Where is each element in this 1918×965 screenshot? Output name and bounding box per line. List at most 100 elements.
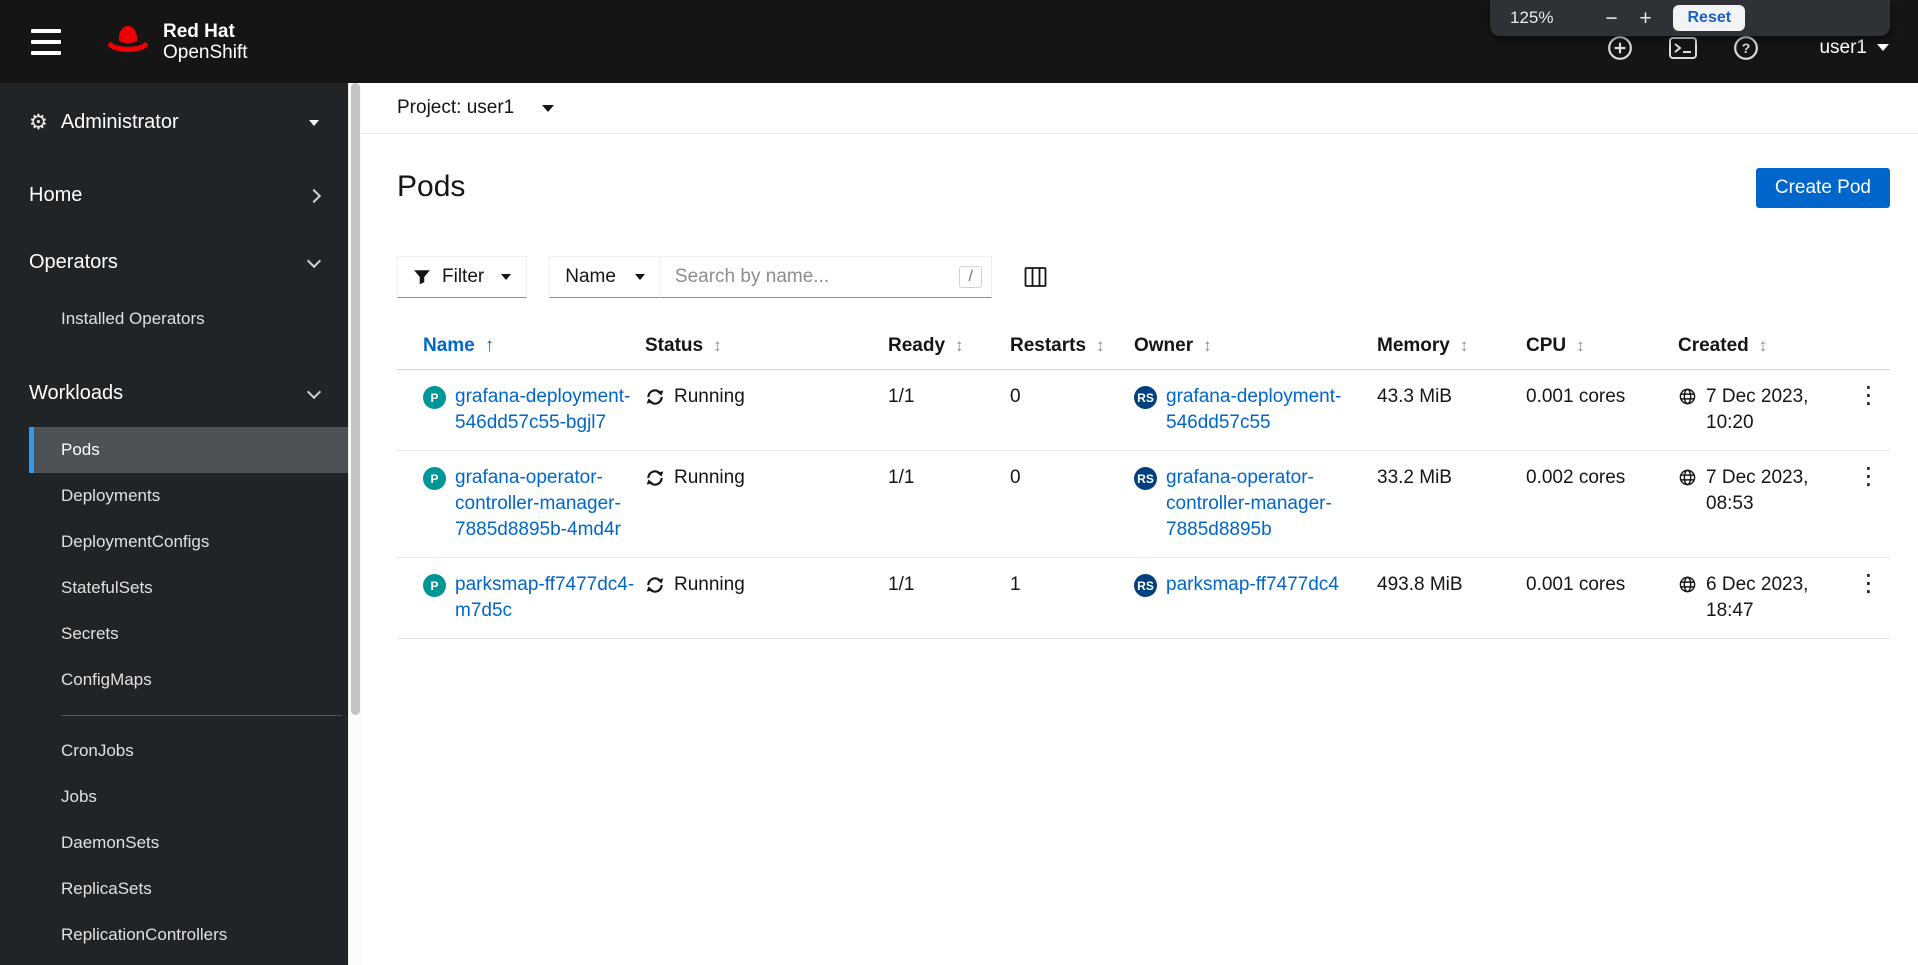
ready-cell: 1/1 xyxy=(888,467,915,488)
column-header-cpu[interactable]: CPU ↕ xyxy=(1526,322,1678,369)
gear-icon: ⚙ xyxy=(29,111,48,134)
help-button[interactable]: ? xyxy=(1733,35,1759,61)
sidebar-item-pods[interactable]: Pods xyxy=(29,427,348,473)
browser-zoom-popup: 125% − + Reset xyxy=(1490,0,1890,36)
project-value: user1 xyxy=(466,97,515,118)
search-field: / xyxy=(660,256,992,298)
pod-link[interactable]: grafana-operator-controller-manager-7885… xyxy=(455,465,635,543)
memory-cell: 33.2 MiB xyxy=(1377,467,1452,488)
sidebar-scrollbar[interactable] xyxy=(348,83,361,965)
column-label: Memory xyxy=(1377,335,1450,356)
sidebar-item-statefulsets[interactable]: StatefulSets xyxy=(29,565,348,611)
perspective-switcher[interactable]: ⚙ Administrator xyxy=(0,83,348,162)
owner-cell: RS grafana-deployment-546dd57c55 xyxy=(1134,370,1377,450)
zoom-out-button[interactable]: − xyxy=(1597,8,1625,29)
owner-link[interactable]: grafana-deployment-546dd57c55 xyxy=(1166,384,1367,436)
column-header-owner[interactable]: Owner ↕ xyxy=(1134,322,1377,369)
created-text: 7 Dec 2023, 10:20 xyxy=(1706,386,1809,433)
sort-icon: ↕ xyxy=(713,336,722,355)
sidebar-item-replicationcontrollers[interactable]: ReplicationControllers xyxy=(29,912,348,958)
pod-link[interactable]: grafana-deployment-546dd57c55-bgjl7 xyxy=(455,384,635,436)
create-pod-button[interactable]: Create Pod xyxy=(1755,168,1890,208)
main-content: Project: user1 Pods Create Pod Filter Na… xyxy=(361,83,1918,965)
sort-icon: ↕ xyxy=(1096,336,1105,355)
search-input[interactable] xyxy=(660,256,992,298)
sidebar-item-deployments[interactable]: Deployments xyxy=(29,473,348,519)
sidebar-item-deploymentconfigs[interactable]: DeploymentConfigs xyxy=(29,519,348,565)
search-group: Name / xyxy=(549,256,992,298)
project-selector[interactable]: Project: user1 xyxy=(397,97,555,119)
chevron-down-icon xyxy=(542,104,555,112)
terminal-icon xyxy=(1669,36,1698,59)
restarts-cell: 1 xyxy=(1010,574,1021,595)
user-menu[interactable]: user1 xyxy=(1819,37,1889,59)
created-text: 7 Dec 2023, 08:53 xyxy=(1706,467,1809,514)
cpu-cell: 0.001 cores xyxy=(1526,574,1626,595)
nav-section-label: Workloads xyxy=(29,382,124,404)
kebab-menu-button[interactable]: ⋮ xyxy=(1847,380,1891,410)
column-header-status[interactable]: Status ↕ xyxy=(645,322,888,369)
pod-badge: P xyxy=(423,574,446,597)
owner-cell: RS parksmap-ff7477dc4 xyxy=(1134,558,1377,612)
column-header-memory[interactable]: Memory ↕ xyxy=(1377,322,1526,369)
shortcut-hint: / xyxy=(959,266,982,288)
kebab-menu-button[interactable]: ⋮ xyxy=(1847,461,1891,491)
masthead: Red Hat OpenShift ? user1 125% − + Reset xyxy=(0,0,1918,83)
redhat-fedora-icon xyxy=(105,22,151,61)
openshift-console: Red Hat OpenShift ? user1 125% − + Reset… xyxy=(0,0,1918,965)
chevron-down-icon xyxy=(501,274,512,280)
sidebar-item-home[interactable]: Home xyxy=(0,162,348,229)
scrollbar-thumb[interactable] xyxy=(351,83,360,715)
zoom-in-button[interactable]: + xyxy=(1631,8,1659,29)
column-header-name[interactable]: Name ↑ xyxy=(397,322,645,369)
brand-product: OpenShift xyxy=(163,41,248,63)
terminal-button[interactable] xyxy=(1669,36,1698,59)
pod-link[interactable]: parksmap-ff7477dc4-m7d5c xyxy=(455,572,635,624)
restarts-cell: 0 xyxy=(1010,467,1021,488)
sidebar-item-configmaps[interactable]: ConfigMaps xyxy=(29,657,348,703)
created-text: 6 Dec 2023, 18:47 xyxy=(1706,574,1809,621)
search-attribute-dropdown[interactable]: Name xyxy=(549,256,661,298)
actions-cell: ⋮ xyxy=(1846,451,1891,492)
column-header-created[interactable]: Created ↕ xyxy=(1678,322,1846,369)
replicaset-badge: RS xyxy=(1134,467,1157,490)
column-management-button[interactable] xyxy=(1024,267,1047,287)
sidebar-item-operators[interactable]: Operators xyxy=(0,229,348,296)
owner-link[interactable]: grafana-operator-controller-manager-7885… xyxy=(1166,465,1367,543)
chevron-down-icon xyxy=(306,253,322,268)
sidebar-item-cronjobs[interactable]: CronJobs xyxy=(29,728,348,774)
sort-ascending-icon: ↑ xyxy=(484,335,495,356)
sidebar-item-daemonsets[interactable]: DaemonSets xyxy=(29,820,348,866)
sidebar-item-replicasets[interactable]: ReplicaSets xyxy=(29,866,348,912)
status-text: Running xyxy=(674,467,745,488)
table-row: P parksmap-ff7477dc4-m7d5c Running 1/1 1… xyxy=(397,558,1890,639)
created-cell: 7 Dec 2023, 08:53 xyxy=(1678,451,1846,531)
nav-toggle-button[interactable] xyxy=(29,23,63,61)
column-label: Status xyxy=(645,335,704,356)
sidebar-item-workloads[interactable]: Workloads xyxy=(0,360,348,427)
column-header-restarts[interactable]: Restarts ↕ xyxy=(1010,322,1134,369)
sidebar-item-secrets[interactable]: Secrets xyxy=(29,611,348,657)
globe-icon xyxy=(1678,468,1697,517)
kebab-menu-button[interactable]: ⋮ xyxy=(1847,568,1891,598)
replicaset-badge: RS xyxy=(1134,386,1157,409)
zoom-reset-button[interactable]: Reset xyxy=(1673,5,1746,31)
hamburger-icon xyxy=(31,28,61,33)
owner-cell: RS grafana-operator-controller-manager-7… xyxy=(1134,451,1377,557)
owner-link[interactable]: parksmap-ff7477dc4 xyxy=(1166,572,1339,598)
page-title: Pods xyxy=(397,170,466,203)
column-header-ready[interactable]: Ready ↕ xyxy=(888,322,1010,369)
sidebar-nav: ⚙ Administrator Home Operators Installed… xyxy=(0,83,348,965)
actions-cell: ⋮ xyxy=(1846,370,1891,411)
sort-icon: ↕ xyxy=(1758,336,1768,355)
filter-dropdown[interactable]: Filter xyxy=(397,256,528,298)
quick-create-button[interactable] xyxy=(1607,35,1633,61)
column-label: Name xyxy=(423,335,475,356)
chevron-down-icon xyxy=(1877,44,1889,51)
sidebar-item-jobs[interactable]: Jobs xyxy=(29,774,348,820)
chevron-down-icon xyxy=(634,274,645,280)
project-bar: Project: user1 xyxy=(361,83,1918,134)
brand-logo[interactable]: Red Hat OpenShift xyxy=(105,21,248,63)
status-text: Running xyxy=(674,386,745,407)
sidebar-item-installed-operators[interactable]: Installed Operators xyxy=(29,296,348,342)
